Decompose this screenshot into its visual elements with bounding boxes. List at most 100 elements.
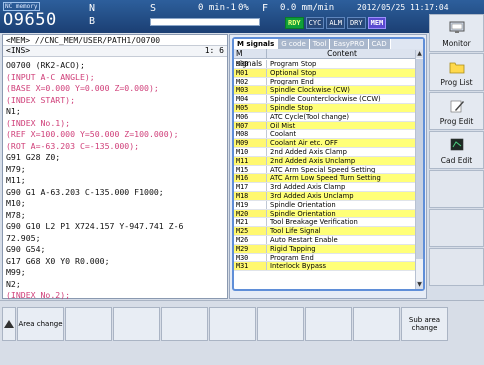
code-line[interactable]: O0700 (RK2-ACO); (6, 60, 227, 72)
m-code-cell: M15 (234, 165, 267, 174)
table-row[interactable]: M15 ATC Arm Special Speed Setting (234, 165, 417, 175)
code-line[interactable]: (BASE X=0.000 Y=0.000 Z=0.000); (6, 83, 227, 95)
table-row[interactable]: M08 Coolant (234, 130, 417, 140)
code-line[interactable]: (INPUT A-C ANGLE); (6, 72, 227, 84)
prog-edit-button[interactable]: Prog Edit (429, 92, 484, 130)
soft-key-6[interactable] (257, 307, 304, 341)
insert-status: <INS> 1: 6 (3, 46, 227, 57)
feed-label: F (262, 3, 269, 14)
code-line[interactable]: G91 G28 Z0; (6, 152, 227, 164)
table-header: M signals Content (234, 49, 423, 68)
blank-side-key-7[interactable] (429, 248, 484, 286)
monitor-label: Monitor (442, 39, 471, 48)
tab-m-signals[interactable]: M signals (234, 39, 279, 49)
reference-table-frame: M signals G code Tool EasyPRO CAD M sign… (232, 37, 425, 291)
m-code-cell: M04 (234, 95, 267, 103)
menu-up-arrow-icon[interactable] (2, 307, 16, 341)
tab-g-code[interactable]: G code (278, 39, 310, 49)
alarm-indicator: ALM (326, 17, 345, 29)
program-path: <MEM> //CNC_MEM/USER/PATH1/O0700 (3, 35, 227, 46)
blank-side-key-5[interactable] (429, 170, 484, 208)
tab-tool[interactable]: Tool (309, 39, 331, 49)
content-cell: 2nd Added Axis Unclamp (270, 156, 356, 165)
code-line[interactable]: N2; (6, 279, 227, 291)
content-cell: 3rd Added Axis Unclamp (270, 191, 354, 200)
blank-side-key-6[interactable] (429, 209, 484, 247)
code-line[interactable]: G90 G1 A-63.203 C-135.000 F1000; (6, 187, 227, 199)
code-line[interactable]: M79; (6, 164, 227, 176)
tab-easypro[interactable]: EasyPRO (330, 39, 369, 49)
table-row[interactable]: M02 Program End (234, 77, 417, 87)
sequence-label: N (89, 3, 96, 14)
table-row[interactable]: M18 3rd Added Axis Unclamp (234, 191, 417, 201)
sub-area-change-button[interactable]: Sub area change (401, 307, 448, 341)
table-row[interactable]: M01 Optional Stop (234, 68, 417, 78)
m-code-cell: M30 (234, 253, 267, 262)
code-line[interactable]: M78; (6, 210, 227, 222)
table-scrollbar[interactable]: ▲ ▼ (415, 50, 423, 289)
monitor-icon (449, 21, 465, 33)
content-cell: Spindle Orientation (270, 200, 336, 209)
code-line[interactable]: G17 G68 X0 Y0 R0.000; (6, 256, 227, 268)
code-line[interactable]: (INDEX START); (6, 95, 227, 107)
table-row[interactable]: M26 Auto Restart Enable (234, 235, 417, 245)
code-line[interactable]: N1; (6, 106, 227, 118)
table-row[interactable]: M07 Oil Mist (234, 121, 417, 131)
table-row[interactable]: M00 Program Stop (234, 60, 417, 69)
soft-key-2[interactable] (65, 307, 112, 341)
tab-cad[interactable]: CAD (368, 39, 391, 49)
table-row[interactable]: M09 Coolant Air etc. OFF (234, 139, 417, 148)
content-cell: Spindle Orientation (270, 209, 336, 218)
code-line[interactable]: M10; (6, 198, 227, 210)
monitor-button[interactable]: Monitor (429, 14, 484, 52)
content-cell: Coolant Air etc. OFF (270, 139, 338, 147)
cad-edit-button[interactable]: Cad Edit (429, 131, 484, 169)
code-line[interactable]: M11; (6, 175, 227, 187)
table-row[interactable]: M03 Spindle Clockwise (CW) (234, 86, 417, 96)
soft-key-5[interactable] (209, 307, 256, 341)
soft-key-7[interactable] (305, 307, 352, 341)
program-editor[interactable]: <MEM> //CNC_MEM/USER/PATH1/O0700 <INS> 1… (2, 34, 228, 302)
code-line[interactable]: (REF X=100.000 Y=50.000 Z=100.000); (6, 129, 227, 141)
code-line[interactable]: (ROT A=-63.203 C=-135.000); (6, 141, 227, 153)
area-change-button[interactable]: Area change (17, 307, 64, 341)
code-line[interactable]: G90 G54; (6, 244, 227, 256)
table-row[interactable]: M31 Interlock Bypass (234, 262, 417, 272)
scroll-down-arrow-icon[interactable]: ▼ (416, 281, 423, 289)
table-row[interactable]: M20 Spindle Orientation (234, 209, 417, 219)
code-line[interactable]: 72.905; (6, 233, 227, 245)
table-row[interactable]: M25 Tool Life Signal (234, 227, 417, 236)
soft-key-8[interactable] (353, 307, 400, 341)
table-row[interactable]: M06 ATC Cycle(Tool change) (234, 112, 417, 122)
insert-mode: <INS> (6, 46, 31, 55)
m-code-cell: M02 (234, 77, 267, 86)
m-code-cell: M31 (234, 262, 267, 270)
table-row[interactable]: M05 Spindle Stop (234, 103, 417, 113)
spindle-speed: 0 min-1 (198, 3, 236, 13)
soft-key-3[interactable] (113, 307, 160, 341)
table-row[interactable]: M19 Spindle Orientation (234, 200, 417, 210)
scroll-up-arrow-icon[interactable]: ▲ (416, 50, 423, 58)
content-cell: 3rd Added Axis Clamp (270, 183, 346, 191)
cad-icon (450, 138, 464, 151)
table-row[interactable]: M30 Program End (234, 253, 417, 263)
code-line[interactable]: M99; (6, 267, 227, 279)
table-row[interactable]: M16 ATC Arm Low Speed Turn Setting (234, 174, 417, 184)
m-code-cell: M11 (234, 156, 267, 165)
table-row[interactable]: M29 Rigid Tapping (234, 244, 417, 254)
table-row[interactable]: M10 2nd Added Axis Clamp (234, 147, 417, 157)
table-row[interactable]: M04 Spindle Counterclockwise (CCW) (234, 95, 417, 104)
prog-list-button[interactable]: Prog List (429, 53, 484, 91)
m-code-cell: M16 (234, 174, 267, 182)
soft-key-4[interactable] (161, 307, 208, 341)
code-line[interactable]: G90 G10 L2 P1 X724.157 Y-947.741 Z-6 (6, 221, 227, 233)
program-code[interactable]: O0700 (RK2-ACO); (INPUT A-C ANGLE); (BASE … (3, 57, 227, 302)
table-row[interactable]: M17 3rd Added Axis Clamp (234, 183, 417, 192)
table-row[interactable]: M11 2nd Added Axis Unclamp (234, 156, 417, 166)
status-bar: NC memory O9650 N B S 0 min-1 0% F 0.0 m… (0, 0, 484, 33)
content-cell: Oil Mist (270, 121, 296, 130)
dry-run-indicator: DRY (346, 17, 366, 29)
code-line[interactable]: (INDEX No.1); (6, 118, 227, 130)
table-row[interactable]: M21 Tool Breakage Verification (234, 218, 417, 228)
scroll-thumb[interactable] (416, 59, 423, 259)
